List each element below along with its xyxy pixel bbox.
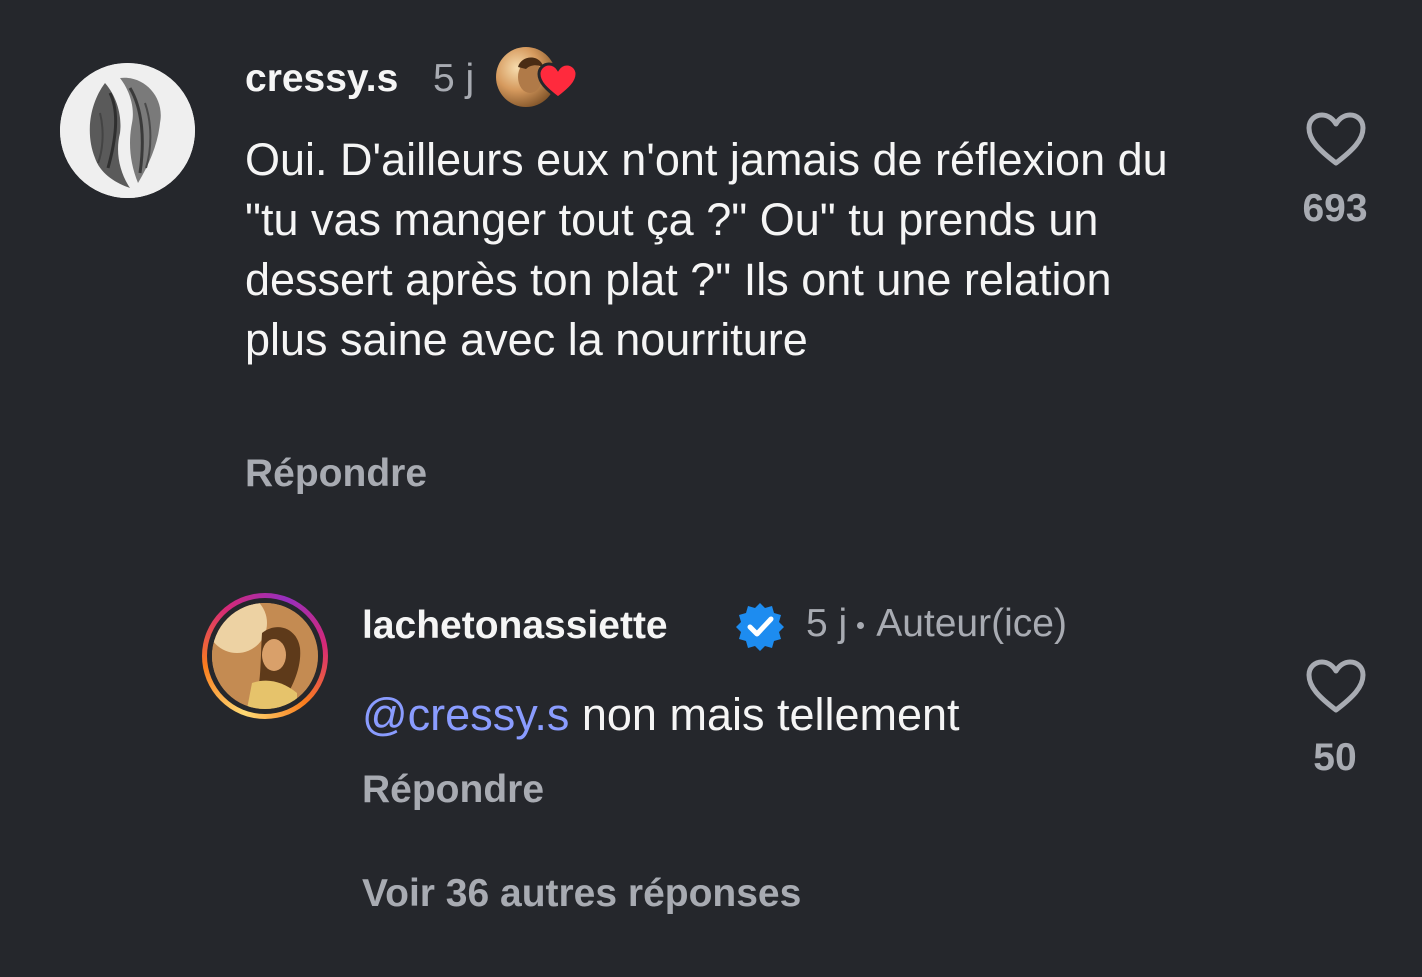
commenter-avatar[interactable] (60, 63, 195, 198)
like-heart-icon[interactable] (1305, 111, 1367, 167)
view-more-replies-button[interactable]: Voir 36 autres réponses (362, 872, 801, 916)
red-heart-icon (537, 62, 579, 100)
like-heart-icon-reply[interactable] (1305, 658, 1367, 714)
creator-heart-icon (496, 47, 586, 109)
reply-username[interactable]: lachetonassiette (362, 604, 668, 648)
like-count-reply: 50 (1313, 736, 1357, 779)
commenter-username[interactable]: cressy.s (245, 57, 398, 101)
reply-button-nested[interactable]: Répondre (362, 768, 544, 812)
comments-thread: cressy.s 5 j Oui. D'ailleurs eux n'ont j… (0, 0, 1422, 977)
reply-timestamp: 5 j (806, 602, 848, 645)
reply-avatar (212, 603, 318, 709)
like-count: 693 (1302, 187, 1368, 230)
verified-badge-icon (736, 603, 784, 651)
comment-timestamp: 5 j (433, 57, 475, 100)
reply-text: non mais tellement (581, 689, 960, 740)
comment-body: Oui. D'ailleurs eux n'ont jamais de réfl… (245, 134, 1168, 365)
hair-portrait-image (60, 63, 195, 198)
reply-button[interactable]: Répondre (245, 452, 427, 496)
reply-meta: 5 j Auteur(ice) (806, 602, 1067, 646)
reply-body: @cressy.s non mais tellement (362, 685, 1302, 745)
mention-link[interactable]: @cressy.s (362, 689, 569, 740)
separator-dot (857, 622, 865, 630)
author-label: Auteur(ice) (876, 602, 1067, 645)
reply-avatar-story-ring[interactable] (202, 593, 328, 719)
